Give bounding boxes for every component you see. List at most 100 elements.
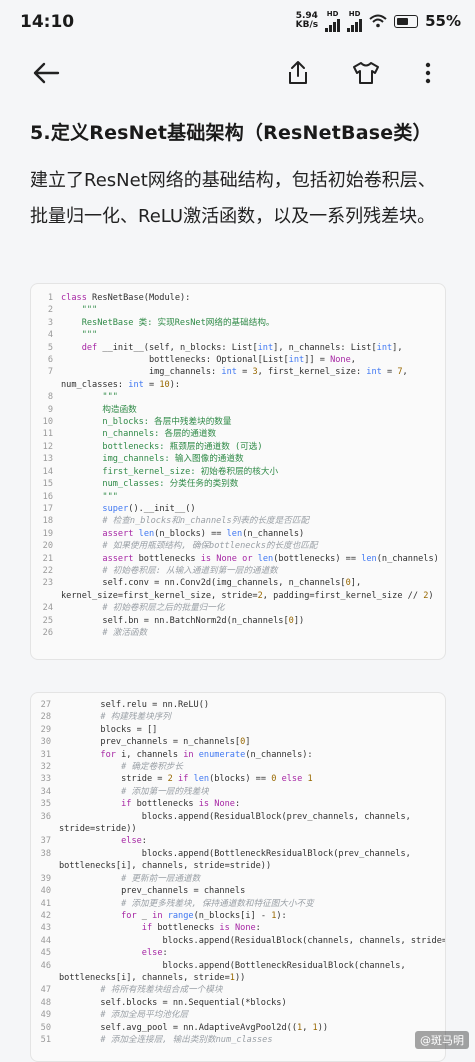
code-text: # 将所有残差块组合成一个模块 (59, 985, 223, 996)
code-line: 27 self.relu = nn.ReLU() (31, 699, 445, 711)
line-number: 40 (40, 886, 51, 897)
code-line: 50 self.avg_pool = nn.AdaptiveAvgPool2d(… (31, 1022, 445, 1034)
code-text: if bottlenecks is None: (141, 923, 261, 934)
status-time: 14:10 (20, 12, 75, 32)
code-line: 25 self.bn = nn.BatchNorm2d(n_channels[0… (31, 615, 445, 627)
code-text: bottlenecks[i], channels, stride=1)) (59, 972, 246, 983)
code-text: else: (141, 948, 168, 959)
line-number (31, 379, 61, 391)
code-line: 13 img_channels: 输入图像的通道数 (31, 453, 445, 465)
section-paragraph: 建立了ResNet网络的基础结构，包括初始卷积层、批量归一化、ReLU激活函数，… (30, 170, 436, 227)
line-number: 29 (40, 724, 51, 735)
code-text: kernel_size=first_kernel_size, stride=2,… (61, 590, 434, 601)
code-line: 6 bottlenecks: Optional[List[int]] = Non… (31, 354, 445, 366)
line-number: 9 (47, 404, 53, 415)
line-number: 21 (42, 553, 53, 564)
code-line: 5 def __init__(self, n_blocks: List[int]… (31, 342, 445, 354)
line-number: 46 (40, 960, 51, 971)
arrow-left-icon[interactable] (32, 61, 60, 85)
code-line: 22 # 初始卷积层: 从输入通道到第一层的通道数 (31, 565, 445, 577)
code-text: bottlenecks[i], channels, stride=stride)… (59, 861, 272, 872)
line-number: 49 (40, 1010, 51, 1021)
code-line: 3 ResNetBase 类: 实现ResNet网络的基础结构。 (31, 317, 445, 329)
signal-1: HD (325, 10, 341, 32)
line-number: 27 (40, 700, 51, 710)
code-text: self.conv = nn.Conv2d(img_channels, n_ch… (61, 578, 362, 589)
code-text: prev_channels = channels (59, 886, 246, 897)
code-text: # 激活函数 (61, 627, 148, 638)
code-line: kernel_size=first_kernel_size, stride=2,… (31, 590, 445, 602)
line-number: 45 (40, 948, 51, 959)
line-number: 43 (40, 923, 51, 934)
code-line: 16 """ (31, 491, 445, 503)
code-line: 39 # 更新前一层通道数 (31, 873, 445, 885)
code-text: """ (61, 491, 118, 502)
code-text: # 初始卷积层之后的批量归一化 (61, 603, 225, 614)
line-number: 15 (42, 479, 53, 490)
code-text: # 添加全连接层, 输出类别数num_classes (59, 1034, 273, 1045)
code-line: 34 # 添加第一层的残差块 (31, 786, 445, 798)
line-number: 35 (40, 799, 51, 810)
code-line: 24 # 初始卷积层之后的批量归一化 (31, 602, 445, 614)
code-line: 47 # 将所有残差块组合成一个模块 (31, 984, 445, 996)
code-text: # 构建残差块序列 (59, 712, 171, 723)
code-line: 18 # 检查n_blocks和n_channels列表的长度是否匹配 (31, 515, 445, 527)
code-line: bottlenecks[i], channels, stride=stride)… (31, 860, 445, 872)
line-number: 26 (42, 627, 53, 638)
code-line: 28 # 构建残差块序列 (31, 711, 445, 723)
line-number: 47 (40, 985, 51, 996)
code-line: 12 bottlenecks: 瓶颈层的通道数 (可选) (31, 441, 445, 453)
tshirt-icon[interactable] (352, 61, 380, 85)
code-text: self.avg_pool = nn.AdaptiveAvgPool2d((1,… (59, 1022, 329, 1033)
more-vertical-icon[interactable] (424, 62, 432, 84)
line-number: 51 (40, 1034, 51, 1045)
code-block-1[interactable]: 1 class ResNetBase(Module): 2 """ 3 ResNetB… (30, 283, 446, 660)
code-line: 4 """ (31, 329, 445, 341)
code-block-2[interactable]: 27 self.relu = nn.ReLU() 28 # 构建残差块序列 29 b… (30, 692, 446, 1062)
code-text: """ (61, 305, 98, 316)
code-line: 32 # 确定卷积步长 (31, 761, 445, 773)
line-number: 30 (40, 737, 51, 748)
code-line: 23 self.conv = nn.Conv2d(img_channels, n… (31, 577, 445, 589)
watermark: @斑马明 (415, 1031, 469, 1049)
code-text: # 添加全局平均池化层 (59, 1010, 189, 1021)
network-label-2: HD (348, 10, 361, 18)
line-number (31, 590, 61, 602)
code-line: 37 else: (31, 835, 445, 847)
code-line: 1 class ResNetBase(Module): (31, 292, 445, 304)
code-text: # 添加更多残差块, 保持通道数和特征图大小不变 (59, 898, 314, 909)
code-text: # 确定卷积步长 (59, 762, 183, 773)
code-line: stride=stride)) (31, 823, 445, 835)
line-number: 48 (40, 997, 51, 1008)
line-number: 39 (40, 873, 51, 884)
code-text: bottlenecks: 瓶颈层的通道数 (可选) (61, 441, 263, 452)
code-line: 44 blocks.append(ResidualBlock(channels,… (31, 935, 445, 947)
wifi-icon (369, 14, 387, 28)
code-line: 26 # 激活函数 (31, 627, 445, 639)
code-line: 14 first_kernel_size: 初始卷积层的核大小 (31, 466, 445, 478)
code-text: 构造函数 (61, 404, 137, 415)
code-text: self.relu = nn.ReLU() (59, 700, 210, 710)
line-number: 16 (42, 491, 53, 502)
line-number: 23 (42, 578, 53, 589)
code-line: 43 if bottlenecks is None: (31, 922, 445, 934)
code-line: 8 """ (31, 391, 445, 403)
code-line: 42 for _ in range(n_blocks[i] - 1): (31, 910, 445, 922)
status-bar: 14:10 5.94 KB/s HD HD 55% (0, 0, 475, 44)
code-text: blocks.append(ResidualBlock(prev_channel… (59, 811, 411, 822)
code-text: if bottlenecks is None: (121, 799, 241, 810)
share-icon[interactable] (286, 60, 310, 86)
code-text: self.blocks = nn.Sequential(*blocks) (59, 997, 287, 1008)
code-line: num_classes: int = 10): (31, 379, 445, 391)
line-number: 37 (40, 836, 51, 847)
code-text: stride = 2 if len(blocks) == 0 else 1 (59, 774, 313, 785)
status-indicators: 5.94 KB/s HD HD 55% (296, 10, 461, 32)
line-number (31, 823, 59, 835)
line-number: 19 (42, 528, 53, 539)
code-line: 11 n_channels: 各层的通道数 (31, 428, 445, 440)
code-line: 19 assert len(n_blocks) == len(n_channel… (31, 528, 445, 540)
network-speed-unit: KB/s (295, 20, 319, 30)
battery-icon (394, 14, 419, 28)
section-heading: 5.定义ResNet基础架构（ResNetBase类） (30, 122, 432, 144)
line-number: 8 (47, 392, 53, 403)
